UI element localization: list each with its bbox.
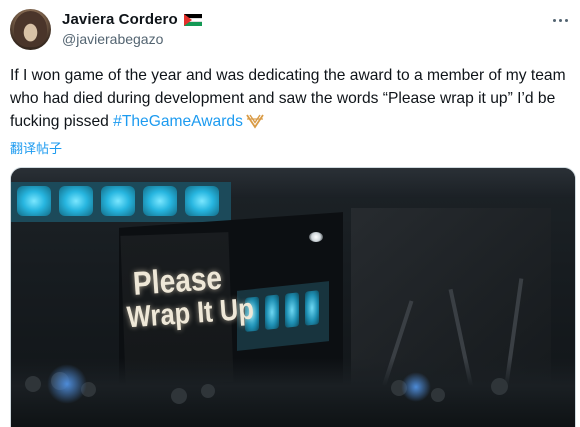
more-options-icon[interactable] xyxy=(548,12,572,28)
hashtag-link[interactable]: #TheGameAwards xyxy=(113,113,243,130)
avatar[interactable] xyxy=(10,9,51,50)
tweet-card[interactable]: Javiera Cordero @javierabegazo If I won … xyxy=(0,0,580,427)
teleprompter-line-1: Please xyxy=(131,258,224,302)
author-handle[interactable]: @javierabegazo xyxy=(62,31,163,47)
author-name-row: Javiera Cordero xyxy=(62,9,202,29)
teleprompter-line-2: Wrap It Up xyxy=(125,292,255,335)
avatar-image xyxy=(14,11,47,47)
stage-spotlight xyxy=(309,232,323,242)
palestine-flag-icon xyxy=(183,13,202,26)
tweet-text-body: If I won game of the year and was dedica… xyxy=(10,67,566,130)
tweet-media-image[interactable]: Please Wrap It Up xyxy=(10,167,576,427)
audience xyxy=(11,358,575,427)
the-game-awards-icon xyxy=(246,114,264,129)
stage-light-bar xyxy=(11,182,231,222)
teleprompter-text: Please Wrap It Up xyxy=(126,258,255,335)
translate-post-link[interactable]: 翻译帖子 xyxy=(10,138,62,157)
tweet-text: If I won game of the year and was dedica… xyxy=(10,64,576,133)
author-display-name[interactable]: Javiera Cordero xyxy=(62,11,178,28)
